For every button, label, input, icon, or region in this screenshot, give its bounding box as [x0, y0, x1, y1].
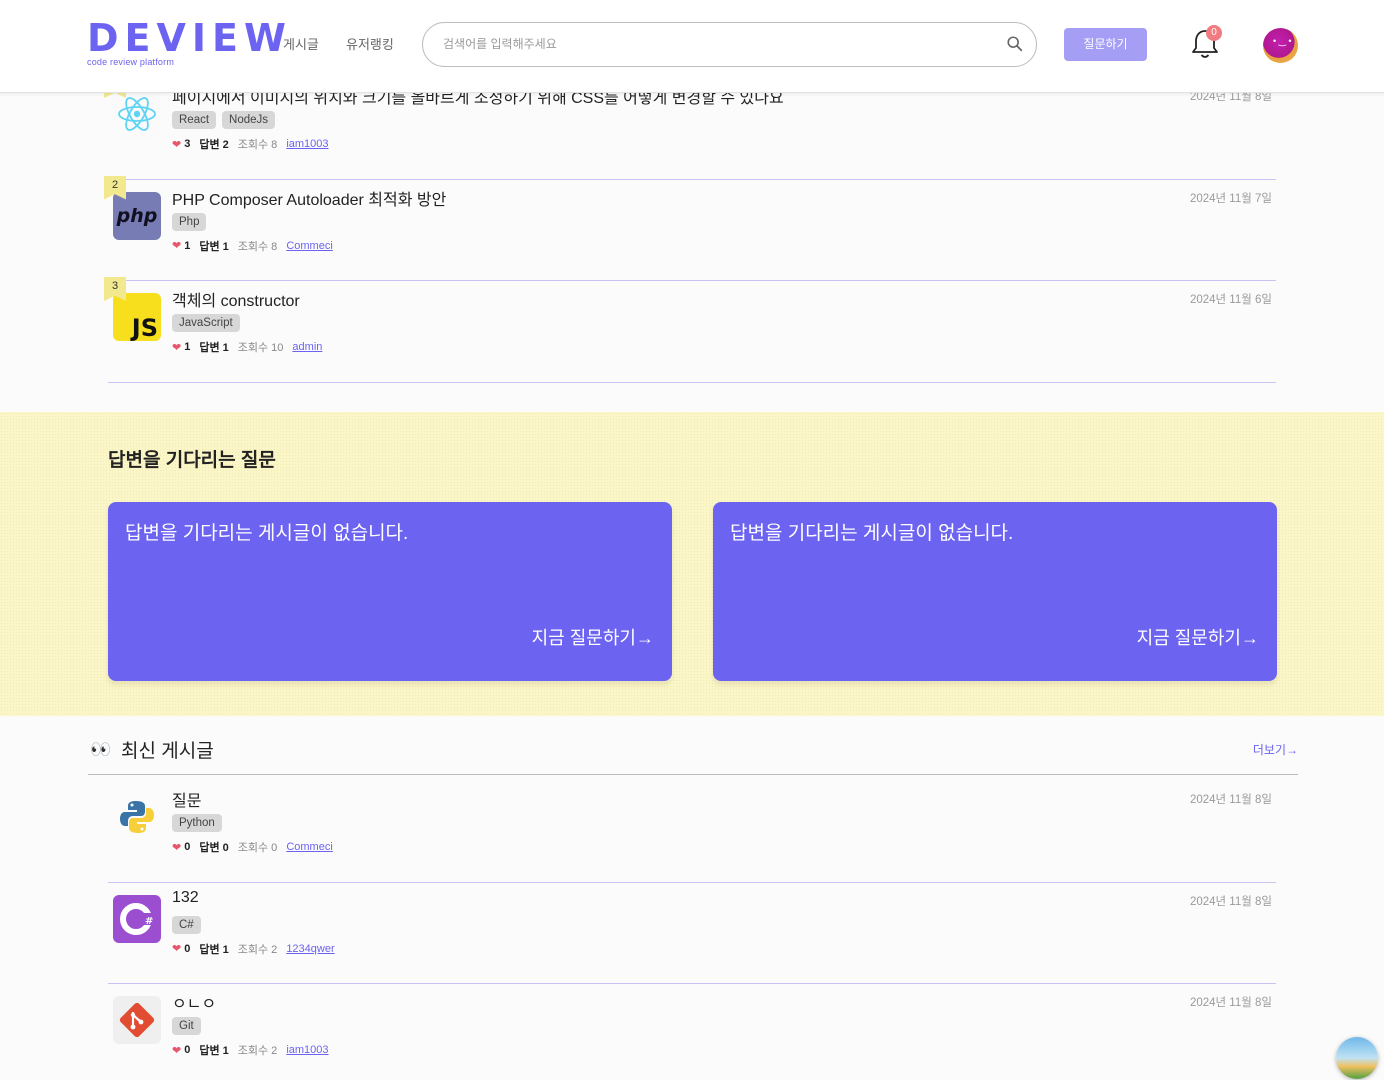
tag[interactable]: Php — [172, 212, 207, 231]
python-icon — [113, 793, 161, 841]
question-meta: ❤ 0 답변 0 조회수 0 Commeci — [172, 839, 333, 855]
floating-chat-button[interactable] — [1336, 1037, 1378, 1079]
question-meta: ❤ 0 답변 1 조회수 2 1234qwer — [172, 941, 335, 957]
tag[interactable]: JavaScript — [172, 314, 240, 332]
search-input[interactable] — [443, 23, 1003, 65]
user-avatar[interactable]: • ‿ • — [1263, 28, 1298, 63]
answer-count: 답변 0 — [199, 842, 229, 854]
question-date: 2024년 11월 8일 — [1189, 997, 1272, 1009]
ask-now-link[interactable]: 지금 질문하기→ — [532, 624, 654, 650]
waiting-card[interactable]: 답변을 기다리는 게시글이 없습니다. 지금 질문하기→ — [713, 502, 1277, 681]
search-box — [422, 22, 1037, 67]
tag-list: React NodeJs — [172, 111, 276, 129]
tag[interactable]: Python — [172, 814, 222, 832]
view-count: 조회수 8 — [237, 139, 278, 151]
question-title[interactable]: 객체의 constructor — [172, 287, 300, 311]
logo[interactable]: DEVIEW code review platform — [87, 16, 292, 67]
question-title[interactable]: 질문 — [172, 787, 201, 811]
tag-list: JavaScript — [172, 314, 240, 332]
view-count: 조회수 8 — [237, 240, 278, 253]
tag[interactable]: React — [172, 111, 217, 129]
answer-count: 답변 1 — [199, 342, 229, 354]
heart-icon: ❤ — [172, 341, 182, 354]
heart-icon: ❤ — [172, 138, 182, 151]
view-count: 조회수 2 — [237, 943, 278, 956]
like-count: 0 — [184, 942, 191, 955]
author-link[interactable]: admin — [292, 341, 322, 353]
react-icon — [113, 90, 161, 138]
question-meta: ❤ 1 답변 1 조회수 10 admin — [172, 339, 322, 355]
answer-count: 답변 2 — [199, 139, 229, 151]
answer-count: 답변 1 — [199, 1045, 229, 1057]
answer-count: 답변 1 — [199, 240, 229, 253]
latest-posts-header: 👀 최신 게시글 더보기→ — [88, 732, 1298, 775]
list-item[interactable]: ㅇㄴㅇ Git ❤ 0 답변 1 조회수 2 iam1003 2024년 11월… — [108, 984, 1276, 1080]
like-count: 1 — [184, 239, 191, 252]
heart-icon: ❤ — [172, 841, 182, 854]
author-link[interactable]: Commeci — [286, 240, 332, 252]
waiting-card[interactable]: 답변을 기다리는 게시글이 없습니다. 지금 질문하기→ — [108, 502, 672, 681]
question-title[interactable]: PHP Composer Autoloader 최적화 방안 — [172, 186, 446, 210]
heart-icon: ❤ — [172, 1044, 182, 1057]
answer-count: 답변 1 — [199, 943, 229, 956]
section-title: 답변을 기다리는 질문 — [108, 450, 276, 471]
svg-text:#: # — [145, 916, 153, 927]
view-count: 조회수 0 — [237, 842, 278, 854]
view-count: 조회수 10 — [237, 342, 284, 354]
tag[interactable]: NodeJs — [222, 111, 276, 129]
heart-icon: ❤ — [172, 943, 182, 955]
javascript-icon: JS — [113, 293, 161, 341]
question-meta: ❤ 3 답변 2 조회수 8 iam1003 — [172, 136, 329, 152]
question-date: 2024년 11월 8일 — [1189, 895, 1272, 908]
ask-question-button[interactable]: 질문하기 — [1064, 28, 1147, 61]
waiting-card-message: 답변을 기다리는 게시글이 없습니다. — [125, 523, 409, 544]
notification-badge: 0 — [1206, 25, 1222, 41]
avatar-face-icon: • ‿ • — [1273, 36, 1292, 46]
like-count: 3 — [184, 138, 191, 150]
like-count: 0 — [184, 1044, 191, 1056]
list-item[interactable]: # 132 C# ❤ 0 답변 1 조회수 2 1234qwer 2024년 1… — [108, 883, 1276, 984]
list-item[interactable]: 3 JS 객체의 constructor JavaScript ❤ 1 답변 1… — [104, 277, 1276, 383]
waiting-questions-section: 답변을 기다리는 질문 답변을 기다리는 게시글이 없습니다. 지금 질문하기→… — [0, 412, 1384, 716]
ask-now-link[interactable]: 지금 질문하기→ — [1137, 624, 1259, 650]
author-link[interactable]: Commeci — [286, 841, 332, 853]
tag-list: C# — [172, 915, 201, 934]
list-item[interactable]: 질문 Python ❤ 0 답변 0 조회수 0 Commeci 2024년 1… — [108, 781, 1276, 883]
section-title: 최신 게시글 — [121, 741, 214, 762]
like-count: 1 — [184, 341, 191, 353]
tag-list: Php — [172, 212, 207, 231]
list-item[interactable]: 2 php PHP Composer Autoloader 최적화 방안 Php… — [104, 175, 1276, 281]
php-icon: php — [113, 191, 161, 240]
tag-list: Python — [172, 814, 222, 832]
like-count: 0 — [184, 841, 191, 853]
question-title[interactable]: 132 — [172, 889, 199, 907]
top-header: DEVIEW code review platform 게시글 유저랭킹 질문하… — [0, 0, 1384, 93]
question-date: 2024년 11월 8일 — [1189, 794, 1272, 806]
nav-ranking-link[interactable]: 유저랭킹 — [346, 34, 394, 53]
logo-text: DEVIEW — [87, 16, 292, 60]
tag-list: Git — [172, 1017, 201, 1035]
tag[interactable]: C# — [172, 915, 201, 934]
question-meta: ❤ 0 답변 1 조회수 2 iam1003 — [172, 1042, 329, 1058]
view-count: 조회수 2 — [237, 1045, 278, 1057]
more-link[interactable]: 더보기→ — [1253, 741, 1298, 758]
author-link[interactable]: iam1003 — [286, 138, 328, 150]
heart-icon: ❤ — [172, 240, 182, 252]
question-meta: ❤ 1 답변 1 조회수 8 Commeci — [172, 238, 333, 254]
popular-question-list: 1 페이지에서 이미지의 위치와 크기를 올바르게 조정하기 위해 CSS를 어… — [104, 74, 1276, 383]
csharp-icon: # — [113, 894, 161, 943]
question-date: 2024년 11월 7일 — [1189, 192, 1272, 205]
question-title[interactable]: ㅇㄴㅇ — [172, 990, 216, 1014]
search-icon[interactable] — [1006, 35, 1024, 53]
question-date: 2024년 11월 6일 — [1189, 294, 1272, 306]
nav-posts-link[interactable]: 게시글 — [283, 34, 319, 53]
author-link[interactable]: iam1003 — [286, 1044, 328, 1056]
git-icon — [113, 996, 161, 1044]
latest-question-list: 질문 Python ❤ 0 답변 0 조회수 0 Commeci 2024년 1… — [108, 781, 1276, 1080]
list-item[interactable]: 1 페이지에서 이미지의 위치와 크기를 올바르게 조정하기 위해 CSS를 어… — [104, 74, 1276, 180]
tag[interactable]: Git — [172, 1017, 201, 1035]
author-link[interactable]: 1234qwer — [286, 943, 334, 955]
waiting-card-message: 답변을 기다리는 게시글이 없습니다. — [730, 523, 1014, 544]
eyes-icon: 👀 — [90, 740, 112, 759]
